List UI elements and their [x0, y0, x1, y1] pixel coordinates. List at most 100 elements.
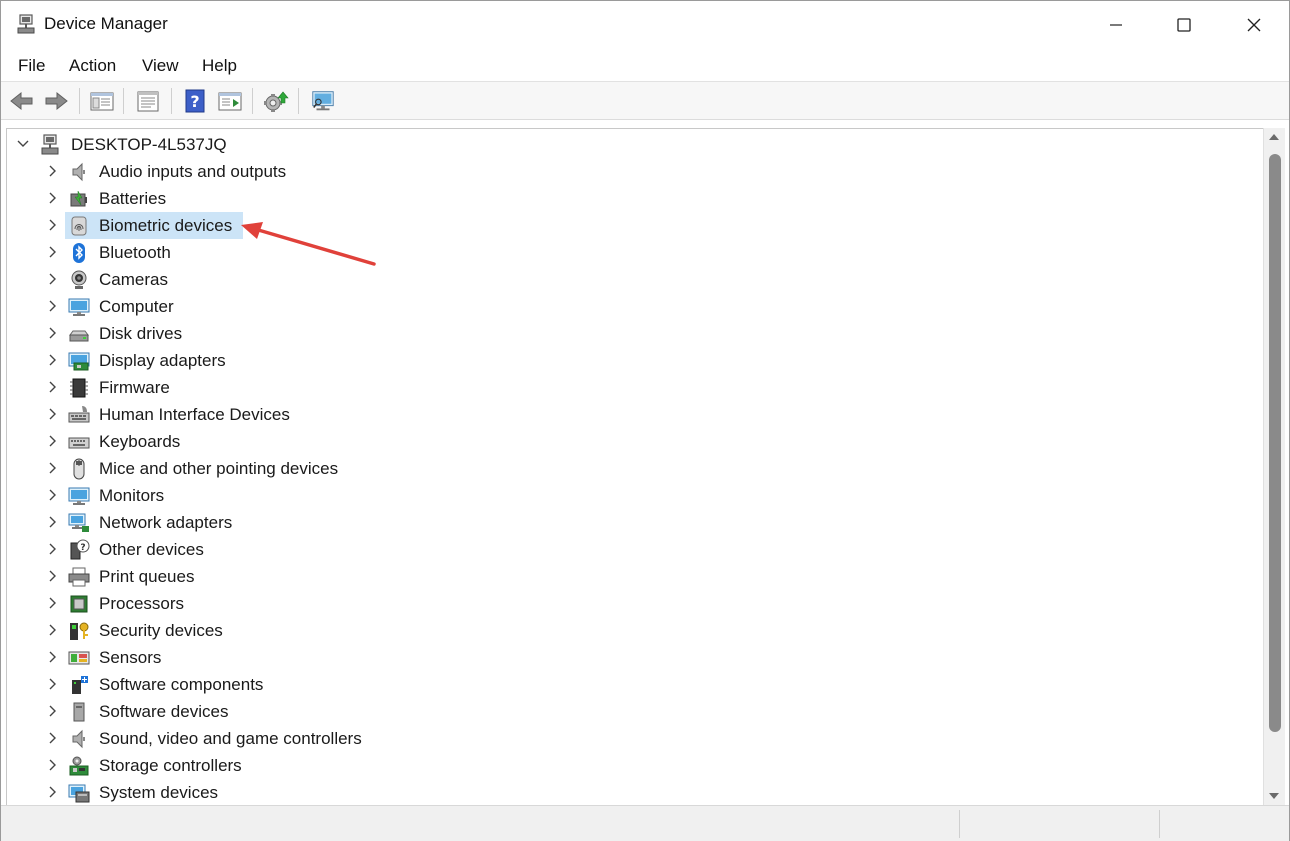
tree-category-row[interactable]: Disk drives [7, 320, 1266, 347]
help-button[interactable]: ? [182, 88, 208, 114]
minimize-button[interactable] [1081, 1, 1151, 48]
menu-view[interactable]: View [142, 56, 179, 76]
tree-category-row[interactable]: Human Interface Devices [7, 401, 1266, 428]
menu-action[interactable]: Action [69, 56, 116, 76]
chevron-right-icon[interactable] [45, 164, 59, 178]
back-button[interactable] [9, 88, 35, 114]
tree-category-row[interactable]: System devices [7, 779, 1266, 805]
device-manager-icon [17, 14, 35, 34]
chevron-right-icon[interactable] [45, 299, 59, 313]
chevron-right-icon[interactable] [45, 353, 59, 367]
tree-category-row[interactable]: Keyboards [7, 428, 1266, 455]
tree-category-row[interactable]: ? Other devices [7, 536, 1266, 563]
tree-category-label: Sensors [99, 648, 162, 667]
close-button[interactable] [1219, 1, 1289, 48]
chevron-right-icon[interactable] [45, 380, 59, 394]
tree-category-row[interactable]: Biometric devices [7, 212, 1266, 239]
tree-root-row[interactable]: DESKTOP-4L537JQ [7, 131, 1266, 158]
tree-category-row[interactable]: Bluetooth [7, 239, 1266, 266]
tree-category-row[interactable]: Batteries [7, 185, 1266, 212]
tree-category-row[interactable]: Sound, video and game controllers [7, 725, 1266, 752]
tree-category-label: Processors [99, 594, 185, 613]
chevron-right-icon[interactable] [45, 677, 59, 691]
chevron-right-icon[interactable] [45, 758, 59, 772]
chevron-right-icon[interactable] [45, 272, 59, 286]
tree-category-label: Audio inputs and outputs [99, 162, 287, 181]
chevron-right-icon[interactable] [45, 407, 59, 421]
properties-button[interactable] [135, 88, 161, 114]
toolbar-separator [252, 88, 253, 114]
disk-drive-icon [69, 330, 89, 342]
tree-category-row[interactable]: Software components [7, 671, 1266, 698]
vertical-scrollbar[interactable] [1263, 128, 1285, 805]
scroll-thumb[interactable] [1269, 154, 1281, 732]
tree-category-row[interactable]: Computer [7, 293, 1266, 320]
tree-category-row[interactable]: Security devices [7, 617, 1266, 644]
device-tree[interactable]: DESKTOP-4L537JQ Audio inputs and outputs… [6, 128, 1266, 805]
tree-category-label: Sound, video and game controllers [99, 729, 362, 748]
chevron-right-icon[interactable] [45, 623, 59, 637]
chevron-right-icon[interactable] [45, 650, 59, 664]
security-key-icon [70, 622, 89, 640]
display-adapter-icon [68, 352, 90, 371]
sound-controller-icon [72, 729, 85, 749]
scroll-up-icon[interactable] [1268, 132, 1280, 142]
computer-root-icon [41, 134, 59, 155]
chevron-right-icon[interactable] [45, 326, 59, 340]
chevron-right-icon[interactable] [45, 245, 59, 259]
tree-category-row[interactable]: Print queues [7, 563, 1266, 590]
chevron-right-icon[interactable] [45, 569, 59, 583]
chevron-right-icon[interactable] [45, 704, 59, 718]
menu-file[interactable]: File [18, 56, 45, 76]
tree-category-row[interactable]: Firmware [7, 374, 1266, 401]
action-pane-button[interactable] [217, 88, 243, 114]
tree-category-row[interactable]: Monitors [7, 482, 1266, 509]
chevron-right-icon[interactable] [45, 191, 59, 205]
maximize-button[interactable] [1149, 1, 1219, 48]
speaker-icon [72, 162, 85, 182]
tree-category-row[interactable]: Sensors [7, 644, 1266, 671]
chevron-right-icon[interactable] [45, 515, 59, 529]
software-component-icon [72, 676, 88, 694]
properties-icon [137, 91, 159, 112]
chevron-right-icon[interactable] [45, 596, 59, 610]
menu-bar: File Action View Help [1, 48, 1289, 82]
tree-category-label: Bluetooth [99, 243, 171, 262]
computer-icon [68, 298, 90, 316]
toolbar: ? [1, 82, 1289, 120]
chevron-right-icon[interactable] [45, 731, 59, 745]
scan-hardware-changes-button[interactable] [310, 88, 336, 114]
tree-category-row[interactable]: Storage controllers [7, 752, 1266, 779]
system-devices-icon [68, 784, 90, 803]
scroll-down-icon[interactable] [1268, 791, 1280, 801]
tree-category-row[interactable]: Mice and other pointing devices [7, 455, 1266, 482]
window-title: Device Manager [44, 14, 168, 33]
chevron-right-icon[interactable] [45, 461, 59, 475]
tree-category-row[interactable]: Audio inputs and outputs [7, 158, 1266, 185]
device-manager-window: Device Manager File Action View Help ? D… [0, 0, 1290, 841]
tree-category-row[interactable]: Processors [7, 590, 1266, 617]
chevron-right-icon[interactable] [45, 218, 59, 232]
tree-category-label: Keyboards [99, 432, 181, 451]
update-driver-button[interactable] [263, 88, 289, 114]
toolbar-separator [79, 88, 80, 114]
tree-category-label: Batteries [99, 189, 167, 208]
tree-category-row[interactable]: Network adapters [7, 509, 1266, 536]
tree-category-label: Software components [99, 675, 264, 694]
tree-category-row[interactable]: Cameras [7, 266, 1266, 293]
show-hide-console-tree-icon [90, 92, 114, 111]
tree-category-label: Disk drives [99, 324, 183, 343]
tree-category-row[interactable]: Software devices [7, 698, 1266, 725]
tree-category-row[interactable]: Display adapters [7, 347, 1266, 374]
chevron-right-icon[interactable] [45, 542, 59, 556]
maximize-icon [1177, 17, 1191, 32]
title-bar[interactable]: Device Manager [1, 1, 1289, 48]
chevron-down-icon[interactable] [16, 137, 30, 151]
close-icon [1247, 18, 1261, 31]
chevron-right-icon[interactable] [45, 434, 59, 448]
chevron-right-icon[interactable] [45, 488, 59, 502]
chevron-right-icon[interactable] [45, 785, 59, 799]
show-hide-console-tree-button[interactable] [89, 88, 115, 114]
menu-help[interactable]: Help [202, 56, 237, 76]
forward-button[interactable] [43, 88, 69, 114]
